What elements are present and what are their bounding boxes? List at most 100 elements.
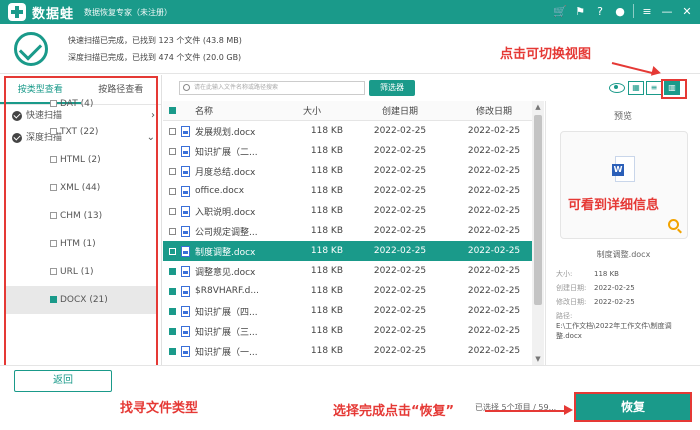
file-name: office.docx <box>195 186 245 196</box>
file-type-checkbox[interactable] <box>50 184 57 191</box>
help-icon[interactable]: ? <box>593 4 607 18</box>
file-size: 118 KB <box>310 126 343 136</box>
file-type-checkbox[interactable] <box>50 268 57 275</box>
table-row[interactable]: 入职说明.docx 118 KB 2022-02-25 2022-02-25 <box>163 201 544 221</box>
search-icon <box>183 84 190 91</box>
file-type-checkbox[interactable] <box>50 128 57 135</box>
docx-file-icon <box>181 145 195 157</box>
scroll-up-icon[interactable]: ▲ <box>532 101 544 113</box>
row-checkbox[interactable] <box>163 267 181 275</box>
row-checkbox[interactable] <box>163 187 181 195</box>
file-size: 118 KB <box>310 186 343 196</box>
preview-path: E:\工作文档\2022年工作文件\制度调整.docx <box>556 322 672 340</box>
gift-icon[interactable]: ⚑ <box>573 4 587 18</box>
file-size: 118 KB <box>310 346 343 356</box>
row-checkbox[interactable] <box>163 247 181 255</box>
menu-icon[interactable]: ≡ <box>640 4 654 18</box>
file-type-checkbox[interactable] <box>50 296 57 303</box>
file-type-checkbox[interactable] <box>50 240 57 247</box>
scrollbar-thumb[interactable] <box>534 115 542 305</box>
profile-icon[interactable]: ● <box>613 4 627 18</box>
file-type-checkbox[interactable] <box>50 212 57 219</box>
file-type-item[interactable]: URL (1) <box>6 258 156 286</box>
file-type-item[interactable]: DOCX (21) <box>6 286 156 314</box>
table-row[interactable]: 制度调整.docx 118 KB 2022-02-25 2022-02-25 <box>163 241 544 261</box>
grid-view-icon[interactable]: ▦ <box>628 81 644 95</box>
file-type-item[interactable]: DAT (4) <box>6 90 156 118</box>
annotation-find-type: 找寻文件类型 <box>120 401 199 416</box>
minimize-icon[interactable]: — <box>660 4 674 18</box>
row-checkbox[interactable] <box>163 147 181 155</box>
table-row[interactable]: 知识扩展（二... 118 KB 2022-02-25 2022-02-25 <box>163 141 544 161</box>
col-created[interactable]: 创建日期 <box>353 104 447 117</box>
file-type-item[interactable]: TXT (22) <box>6 118 156 146</box>
file-type-label: HTM (1) <box>60 239 96 249</box>
file-size: 118 KB <box>310 226 343 236</box>
search-placeholder: 请在此输入文件名称或路径搜索 <box>194 84 279 91</box>
table-row[interactable]: 调整意见.docx 118 KB 2022-02-25 2022-02-25 <box>163 261 544 281</box>
file-modified-date: 2022-02-25 <box>467 306 521 316</box>
docx-file-icon <box>181 205 195 217</box>
row-checkbox[interactable] <box>163 287 181 295</box>
quick-scan-status: 快速扫描已完成，已找到 123 个文件 (43.8 MB) <box>68 36 242 45</box>
file-type-label: DOCX (21) <box>60 295 108 305</box>
file-name: 制度调整.docx <box>195 247 256 258</box>
table-row[interactable]: office.docx 118 KB 2022-02-25 2022-02-25 <box>163 181 544 201</box>
table-row[interactable]: 公司规定调整... 118 KB 2022-02-25 2022-02-25 <box>163 221 544 241</box>
table-row[interactable]: 发展规划.docx 118 KB 2022-02-25 2022-02-25 <box>163 121 544 141</box>
app-name: 数据蛙 <box>32 6 75 22</box>
app-subtitle: 数据恢复专家（未注册） <box>84 7 173 17</box>
file-type-item[interactable]: XML (44) <box>6 174 156 202</box>
file-size: 118 KB <box>310 326 343 336</box>
file-type-item[interactable]: HTML (2) <box>6 146 156 174</box>
docx-file-icon <box>181 345 195 357</box>
annotation-see-details: 可看到详细信息 <box>568 198 660 213</box>
magnifier-icon[interactable] <box>668 219 679 230</box>
file-modified-date: 2022-02-25 <box>467 246 521 256</box>
table-row[interactable]: $R8VHARF.d... 118 KB 2022-02-25 2022-02-25 <box>163 281 544 301</box>
file-type-checkbox[interactable] <box>50 100 57 107</box>
row-checkbox[interactable] <box>163 167 181 175</box>
table-scrollbar[interactable]: ▲ ▼ <box>532 101 544 365</box>
close-icon[interactable]: ✕ <box>680 4 694 18</box>
table-row[interactable]: 月度总结.docx 118 KB 2022-02-25 2022-02-25 <box>163 161 544 181</box>
row-checkbox[interactable] <box>163 227 181 235</box>
file-type-item[interactable]: HTM (1) <box>6 230 156 258</box>
file-type-checkbox[interactable] <box>50 156 57 163</box>
file-modified-date: 2022-02-25 <box>467 206 521 216</box>
file-type-item[interactable]: CHM (13) <box>6 202 156 230</box>
annotation-switch-view: 点击可切换视图 <box>500 47 592 62</box>
docx-file-icon <box>181 185 195 197</box>
select-all-checkbox[interactable] <box>163 107 181 114</box>
file-name: 知识扩展（四... <box>195 307 258 318</box>
filter-button[interactable]: 筛选器 <box>369 80 415 96</box>
preview-eye-icon[interactable] <box>609 83 625 93</box>
cart-icon[interactable]: 🛒 <box>553 4 567 18</box>
file-type-label: DAT (4) <box>60 99 94 109</box>
title-icons: 🛒 ⚑ ? ● ≡ — ✕ <box>553 4 694 18</box>
row-checkbox[interactable] <box>163 127 181 135</box>
recover-button[interactable]: 恢复 <box>574 392 692 422</box>
scroll-down-icon[interactable]: ▼ <box>532 353 544 365</box>
table-row[interactable]: 知识扩展（一... 118 KB 2022-02-25 2022-02-25 <box>163 341 544 361</box>
file-created-date: 2022-02-25 <box>373 326 427 336</box>
row-checkbox[interactable] <box>163 307 181 315</box>
table-row[interactable]: 知识扩展（三... 118 KB 2022-02-25 2022-02-25 <box>163 321 544 341</box>
file-created-date: 2022-02-25 <box>373 266 427 276</box>
app-logo-icon <box>8 3 26 21</box>
docx-file-icon <box>181 305 195 317</box>
table-row[interactable]: 知识扩展（四... 118 KB 2022-02-25 2022-02-25 <box>163 301 544 321</box>
back-button[interactable]: 返回 <box>14 370 112 392</box>
col-size[interactable]: 大小 <box>281 104 353 117</box>
row-checkbox[interactable] <box>163 207 181 215</box>
search-input[interactable]: 请在此输入文件名称或路径搜索 <box>179 81 365 95</box>
col-modified[interactable]: 修改日期 <box>447 104 541 117</box>
file-modified-date: 2022-02-25 <box>467 186 521 196</box>
row-checkbox[interactable] <box>163 327 181 335</box>
row-checkbox[interactable] <box>163 347 181 355</box>
list-view-icon[interactable]: ≡ <box>646 81 662 95</box>
file-modified-date: 2022-02-25 <box>467 226 521 236</box>
annotation-arrow <box>485 410 567 412</box>
file-size: 118 KB <box>310 286 343 296</box>
col-name[interactable]: 名称 <box>181 104 281 117</box>
